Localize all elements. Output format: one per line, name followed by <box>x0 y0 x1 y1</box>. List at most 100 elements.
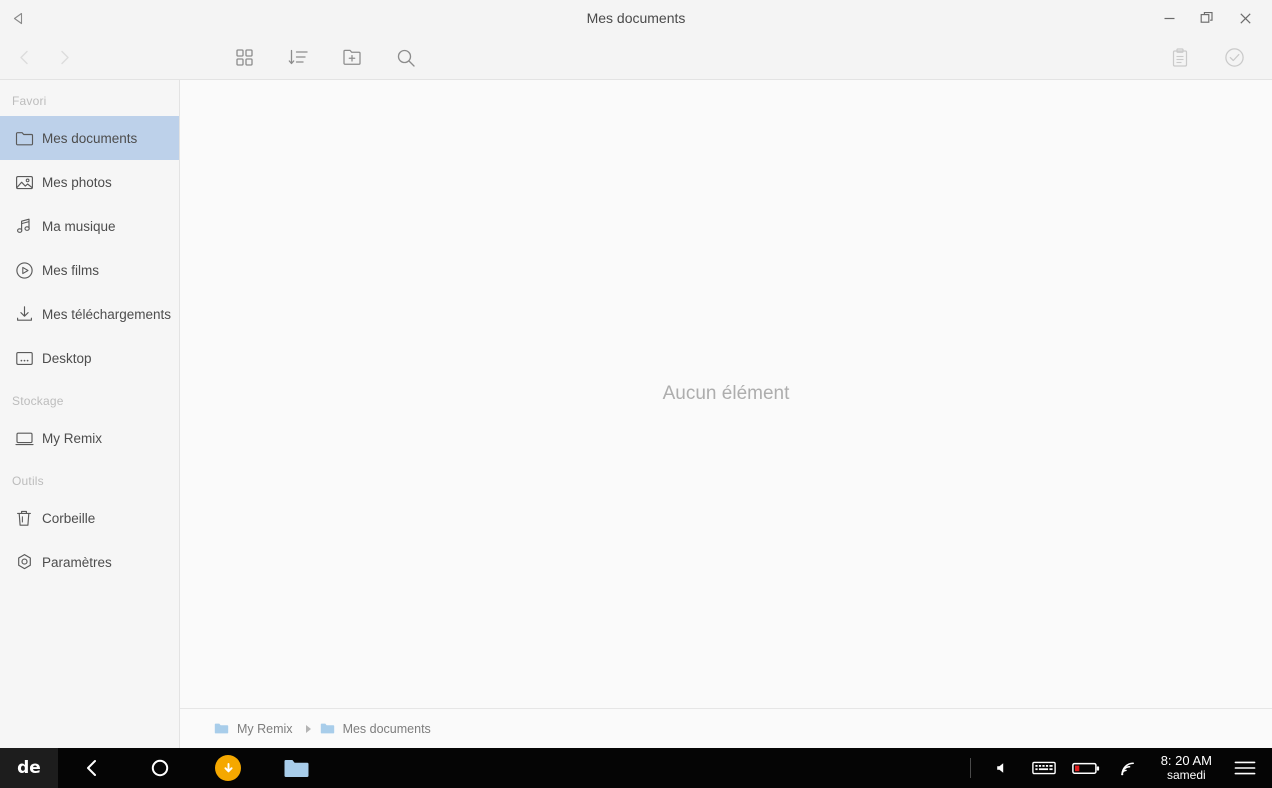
circle-icon <box>151 759 169 777</box>
sidebar-item-my-remix[interactable]: My Remix <box>0 416 179 460</box>
sidebar-item-label: Mes documents <box>42 130 138 146</box>
speaker-icon <box>996 763 1003 773</box>
sidebar-item-mes-films[interactable]: Mes films <box>0 248 179 292</box>
chevron-left-icon <box>19 50 28 65</box>
sidebar-item-parametres[interactable]: Paramètres <box>0 540 179 584</box>
toolbar-tools <box>224 38 426 78</box>
play-circle-icon <box>8 261 40 280</box>
folder-icon <box>214 723 229 734</box>
breadcrumb: My Remix Mes documents <box>180 708 1272 748</box>
file-manager-window: Mes documents Favori Mes documents Mes p… <box>0 0 1272 788</box>
sidebar-item-label: Mes films <box>42 262 99 278</box>
empty-state-message: Aucun élément <box>662 383 790 404</box>
sidebar-item-ma-musique[interactable]: Ma musique <box>0 204 179 248</box>
download-icon <box>8 305 40 323</box>
breadcrumb-item-my-remix[interactable]: My Remix <box>214 722 293 736</box>
select-mode-button[interactable] <box>1214 38 1254 78</box>
sidebar-item-label: Paramètres <box>42 554 112 570</box>
folder-icon <box>320 723 334 734</box>
taskbar-home-button[interactable] <box>126 748 194 788</box>
folder-icon <box>284 759 308 777</box>
close-icon <box>1239 12 1251 24</box>
sidebar-item-mes-documents[interactable]: Mes documents <box>0 116 179 160</box>
hamburger-menu-icon <box>1234 761 1256 775</box>
new-folder-button[interactable] <box>332 38 372 78</box>
sidebar-section-outils: Outils <box>12 474 44 488</box>
chevron-left-icon <box>87 760 96 776</box>
toolbar <box>0 36 1272 80</box>
volume-icon[interactable] <box>981 748 1023 788</box>
title-bar: Mes documents <box>0 0 1272 36</box>
paste-button[interactable] <box>1160 38 1200 78</box>
sort-button[interactable] <box>278 38 318 78</box>
file-list-area[interactable]: Aucun élément <box>180 80 1272 708</box>
window-controls <box>1150 0 1272 36</box>
breadcrumb-separator-icon <box>305 724 311 733</box>
download-badge-icon <box>215 755 241 781</box>
keyboard-icon <box>1031 761 1056 775</box>
breadcrumb-label: Mes documents <box>342 721 431 736</box>
breadcrumb-label: My Remix <box>237 721 293 736</box>
sidebar-item-desktop[interactable]: Desktop <box>0 336 179 380</box>
system-back-button[interactable] <box>0 0 36 36</box>
keyboard-icon[interactable] <box>1023 748 1065 788</box>
taskbar-files-app[interactable] <box>262 748 330 788</box>
folder-icon <box>8 130 40 147</box>
clock-time: 8: 20 AM <box>1160 753 1212 768</box>
triangle-left-icon <box>13 12 22 24</box>
sidebar-item-mes-photos[interactable]: Mes photos <box>0 160 179 204</box>
forward-button[interactable] <box>44 38 84 78</box>
wifi-icon <box>1120 761 1134 775</box>
sidebar-item-label: Ma musique <box>42 218 116 234</box>
sidebar-item-mes-telechargements[interactable]: Mes téléchargements <box>0 292 179 336</box>
clipboard-icon <box>1172 47 1188 67</box>
sidebar-item-label: My Remix <box>42 430 102 446</box>
check-circle-icon <box>1224 48 1244 67</box>
chevron-right-icon <box>60 50 69 65</box>
trash-icon <box>8 509 40 528</box>
search-button[interactable] <box>386 38 426 78</box>
settings-gear-icon <box>8 553 40 572</box>
sidebar-item-label: Mes téléchargements <box>42 306 172 322</box>
sidebar-item-label: Corbeille <box>42 510 96 526</box>
sidebar-item-label: Mes photos <box>42 174 112 190</box>
menu-button[interactable] <box>1224 748 1266 788</box>
tray-divider <box>969 758 971 778</box>
sidebar-item-corbeille[interactable]: Corbeille <box>0 496 179 540</box>
breadcrumb-item-mes-documents[interactable]: Mes documents <box>320 722 431 736</box>
sidebar-item-label: Desktop <box>42 350 92 366</box>
device-icon <box>8 430 40 447</box>
back-button[interactable] <box>4 38 44 78</box>
taskbar: de 8: 20 AM samedi <box>0 748 1272 788</box>
music-note-icon <box>8 217 40 235</box>
grid-view-button[interactable] <box>224 38 264 78</box>
sidebar-section-stockage: Stockage <box>12 394 64 408</box>
close-button[interactable] <box>1226 0 1264 36</box>
minimize-icon <box>1164 17 1174 19</box>
minimize-button[interactable] <box>1150 0 1188 36</box>
restore-window-icon <box>1200 12 1213 23</box>
taskbar-back-button[interactable] <box>58 748 126 788</box>
restore-button[interactable] <box>1188 0 1226 36</box>
taskbar-logo[interactable]: de <box>0 748 58 788</box>
sort-descending-icon <box>288 49 308 65</box>
new-folder-icon <box>343 49 361 65</box>
taskbar-nav <box>58 748 330 788</box>
taskbar-clock[interactable]: 8: 20 AM samedi <box>1149 753 1224 783</box>
sidebar: Favori Mes documents Mes photos Ma musiq… <box>0 80 180 748</box>
monitor-icon <box>8 350 40 367</box>
sidebar-section-favori: Favori <box>12 94 47 108</box>
clock-day: samedi <box>1167 768 1206 782</box>
taskbar-downloads-app[interactable] <box>194 748 262 788</box>
battery-low-icon <box>1071 762 1099 774</box>
toolbar-right-tools <box>1160 38 1272 78</box>
search-icon <box>397 49 415 67</box>
taskbar-system-tray: 8: 20 AM samedi <box>969 748 1272 788</box>
wifi-icon[interactable] <box>1107 748 1149 788</box>
battery-icon[interactable] <box>1065 748 1107 788</box>
grid-view-icon <box>235 49 253 66</box>
window-title: Mes documents <box>586 10 686 26</box>
window-body: Favori Mes documents Mes photos Ma musiq… <box>0 80 1272 748</box>
content-area: Aucun élément My Remix Mes documents <box>180 80 1272 748</box>
nav-buttons <box>4 38 84 78</box>
